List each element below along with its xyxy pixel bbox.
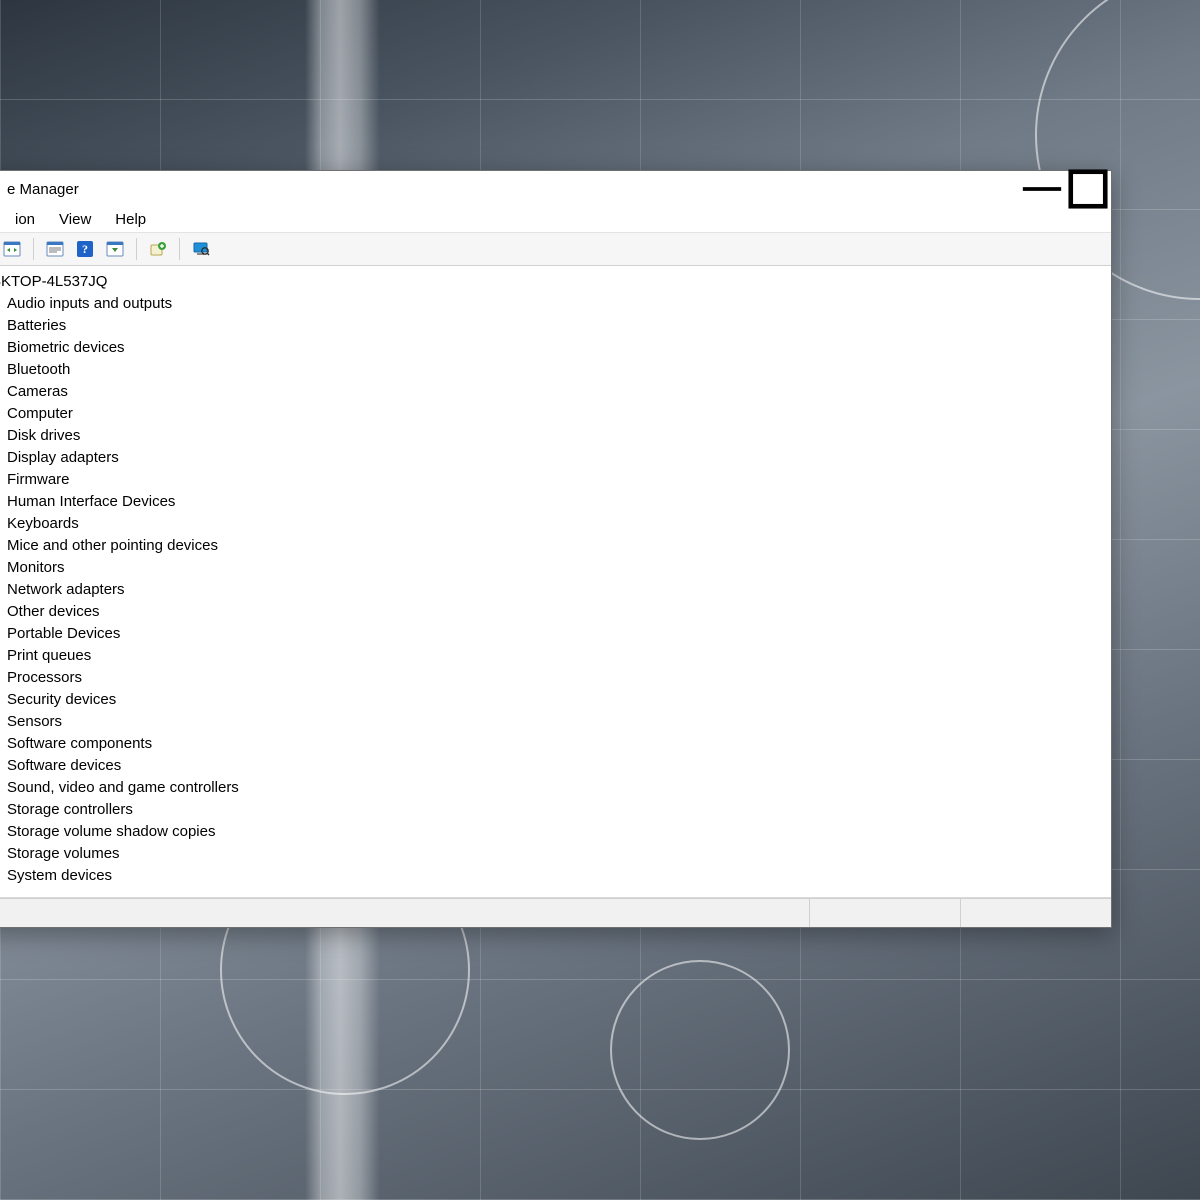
tree-item-label: Portable Devices [7,625,120,642]
tree-item-label: Software devices [7,757,121,774]
tree-item[interactable]: Storage controllers [0,798,1111,820]
minimize-button[interactable] [1019,171,1065,207]
tree-item-label: Computer [7,405,73,422]
tree-item[interactable]: Display adapters [0,446,1111,468]
tree-item-label: Storage volume shadow copies [7,823,215,840]
wallpaper-circle [610,960,790,1140]
statusbar-pane [0,899,809,927]
tree-item[interactable]: Security devices [0,688,1111,710]
svg-text:?: ? [82,242,88,256]
properties-icon[interactable] [42,236,68,262]
device-tree[interactable]: SKTOP-4L537JQ Audio inputs and outputs Ba… [0,266,1111,898]
tree-item[interactable]: Software components [0,732,1111,754]
tree-item[interactable]: Bluetooth [0,358,1111,380]
tree-item-label: Network adapters [7,581,125,598]
tree-root-label: SKTOP-4L537JQ [0,273,107,290]
tree-item-label: Storage volumes [7,845,120,862]
tree-item-label: System devices [7,867,112,884]
tree-item-label: Batteries [7,317,66,334]
tree-item-label: Bluetooth [7,361,70,378]
tree-item[interactable]: Monitors [0,556,1111,578]
toolbar-separator [179,238,180,260]
tree-item-label: Software components [7,735,152,752]
tree-root[interactable]: SKTOP-4L537JQ [0,270,1111,292]
tree-item-label: Disk drives [7,427,80,444]
tree-item-label: Print queues [7,647,91,664]
tree-item-label: Biometric devices [7,339,125,356]
tree-item[interactable]: Disk drives [0,424,1111,446]
tree-item-label: Security devices [7,691,116,708]
tree-item-label: Cameras [7,383,68,400]
help-icon[interactable]: ? [72,236,98,262]
menu-help[interactable]: Help [105,209,156,230]
titlebar[interactable]: e Manager [0,171,1111,207]
toolbar-separator [33,238,34,260]
toolbar: ? [0,233,1111,266]
tree-item[interactable]: Portable Devices [0,622,1111,644]
tree-item-label: Other devices [7,603,100,620]
menu-action[interactable]: ion [5,209,45,230]
tree-item[interactable]: Software devices [0,754,1111,776]
show-hidden-icon[interactable] [102,236,128,262]
tree-item[interactable]: Sensors [0,710,1111,732]
tree-item-label: Sensors [7,713,62,730]
tree-item[interactable]: Storage volume shadow copies [0,820,1111,842]
update-driver-icon[interactable] [145,236,171,262]
tree-item-label: Monitors [7,559,65,576]
statusbar [0,898,1111,927]
menu-view[interactable]: View [49,209,101,230]
tree-item-label: Storage controllers [7,801,133,818]
tree-item[interactable]: Keyboards [0,512,1111,534]
statusbar-pane [809,899,960,927]
scan-hardware-icon[interactable] [188,236,214,262]
statusbar-pane [960,899,1111,927]
tree-item-label: Firmware [7,471,70,488]
tree-item[interactable]: Other devices [0,600,1111,622]
tree-item[interactable]: Biometric devices [0,336,1111,358]
tree-item[interactable]: Audio inputs and outputs [0,292,1111,314]
tree-item[interactable]: Batteries [0,314,1111,336]
tree-item-label: Sound, video and game controllers [7,779,239,796]
tree-item[interactable]: Network adapters [0,578,1111,600]
device-manager-window: e Manager ion View Help [0,170,1112,928]
tree-item-label: Audio inputs and outputs [7,295,172,312]
tree-item[interactable]: Firmware [0,468,1111,490]
tree-item[interactable]: Mice and other pointing devices [0,534,1111,556]
tree-item-label: Display adapters [7,449,119,466]
menubar: ion View Help [0,207,1111,233]
tree-item-label: Processors [7,669,82,686]
tree-item[interactable]: Cameras [0,380,1111,402]
nav-back-forward-icon[interactable] [0,236,25,262]
tree-item-label: Mice and other pointing devices [7,537,218,554]
tree-item-label: Keyboards [7,515,79,532]
toolbar-separator [136,238,137,260]
tree-item[interactable]: Print queues [0,644,1111,666]
tree-item[interactable]: Computer [0,402,1111,424]
window-title: e Manager [7,181,79,198]
maximize-button[interactable] [1065,171,1111,207]
tree-item-label: Human Interface Devices [7,493,175,510]
tree-item[interactable]: Storage volumes [0,842,1111,864]
tree-item[interactable]: Processors [0,666,1111,688]
tree-item[interactable]: System devices [0,864,1111,886]
tree-item[interactable]: Sound, video and game controllers [0,776,1111,798]
tree-item[interactable]: Human Interface Devices [0,490,1111,512]
